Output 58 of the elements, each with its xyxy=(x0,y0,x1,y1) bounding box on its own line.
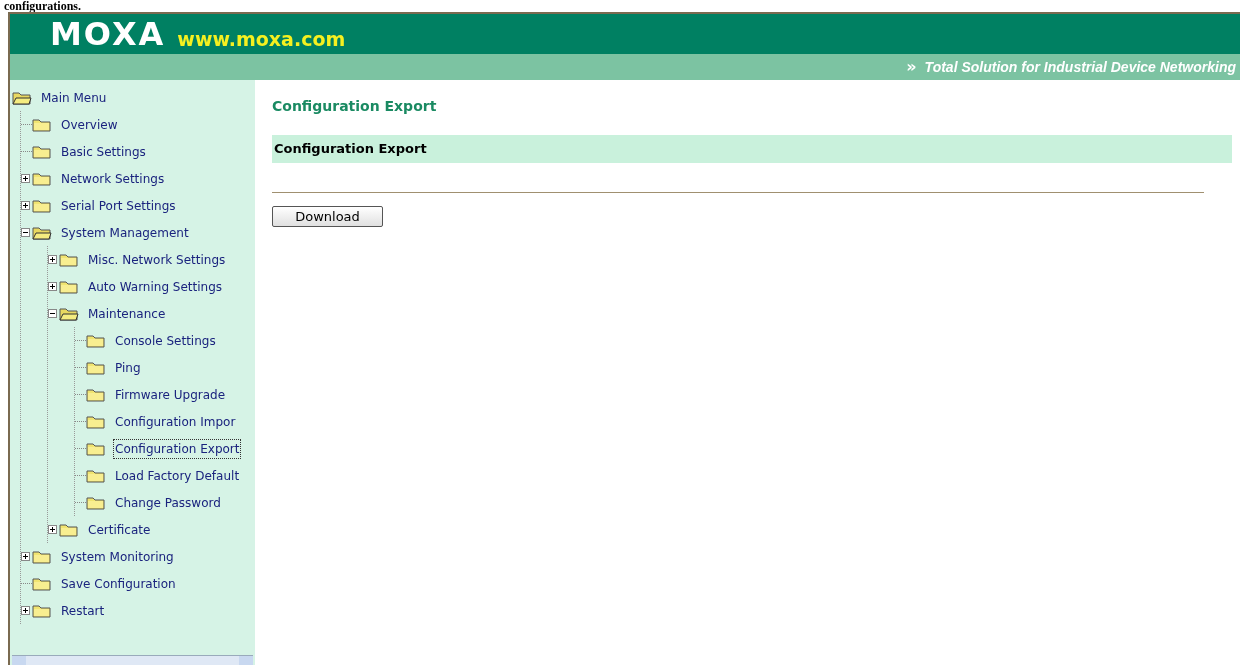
tree-item[interactable]: System Management xyxy=(60,223,190,242)
tree-item[interactable]: Network Settings xyxy=(60,169,166,188)
open-folder-icon xyxy=(12,90,32,105)
expand-icon[interactable] xyxy=(48,525,57,534)
folder-icon xyxy=(32,171,52,186)
url-text: www.moxa.com xyxy=(177,27,346,51)
tree-item[interactable]: Change Password xyxy=(114,493,222,512)
tree-item[interactable]: Basic Settings xyxy=(60,142,147,161)
tree-item[interactable]: Overview xyxy=(60,115,119,134)
expand-icon[interactable] xyxy=(48,255,57,264)
tree-item[interactable]: Configuration Export xyxy=(114,439,241,458)
folder-icon xyxy=(86,360,106,375)
folder-icon xyxy=(32,144,52,159)
tree-item[interactable]: Misc. Network Settings xyxy=(87,250,227,269)
folder-icon xyxy=(59,252,79,267)
tree-item[interactable]: System Monitoring xyxy=(60,547,175,566)
folder-icon xyxy=(32,576,52,591)
horizontal-scrollbar[interactable] xyxy=(12,655,253,665)
logo: MOXA xyxy=(50,17,166,51)
tree-item[interactable]: Auto Warning Settings xyxy=(87,277,224,296)
folder-icon xyxy=(86,387,106,402)
collapse-icon[interactable] xyxy=(48,309,57,318)
tree-item[interactable]: Serial Port Settings xyxy=(60,196,177,215)
tree-item[interactable]: Restart xyxy=(60,601,106,620)
tree-item[interactable]: Console Settings xyxy=(114,331,217,350)
folder-icon xyxy=(32,117,52,132)
expand-icon[interactable] xyxy=(21,201,30,210)
download-button[interactable]: Download xyxy=(272,206,383,227)
folder-icon xyxy=(86,441,106,456)
tagline: Total Solution for Industrial Device Networking xyxy=(924,57,1236,77)
open-folder-icon xyxy=(59,306,79,321)
collapse-icon[interactable] xyxy=(21,228,30,237)
folder-icon xyxy=(59,279,79,294)
expand-icon[interactable] xyxy=(48,282,57,291)
folder-icon xyxy=(32,549,52,564)
folder-icon xyxy=(86,414,106,429)
folder-icon xyxy=(86,495,106,510)
folder-icon xyxy=(86,333,106,348)
document-text: configurations. xyxy=(4,0,82,12)
tree-item[interactable]: Certificate xyxy=(87,520,152,539)
folder-icon xyxy=(32,603,52,618)
tree-item[interactable]: Main Menu xyxy=(40,88,108,107)
folder-icon xyxy=(86,468,106,483)
tree-item[interactable]: Ping xyxy=(114,358,142,377)
expand-icon[interactable] xyxy=(21,606,30,615)
tree-item[interactable]: Configuration Impor xyxy=(114,412,237,431)
page-title: Configuration Export xyxy=(272,97,438,116)
tree-item[interactable]: Save Configuration xyxy=(60,574,177,593)
expand-icon[interactable] xyxy=(21,174,30,183)
tree-item[interactable]: Load Factory Default xyxy=(114,466,241,485)
tree-item[interactable]: Firmware Upgrade xyxy=(114,385,227,404)
folder-icon xyxy=(32,198,52,213)
open-folder-icon xyxy=(32,225,52,240)
section-title: Configuration Export xyxy=(274,140,427,159)
chevron-icon: » xyxy=(906,55,917,79)
expand-icon[interactable] xyxy=(21,552,30,561)
folder-icon xyxy=(59,522,79,537)
tree-item[interactable]: Maintenance xyxy=(87,304,167,323)
